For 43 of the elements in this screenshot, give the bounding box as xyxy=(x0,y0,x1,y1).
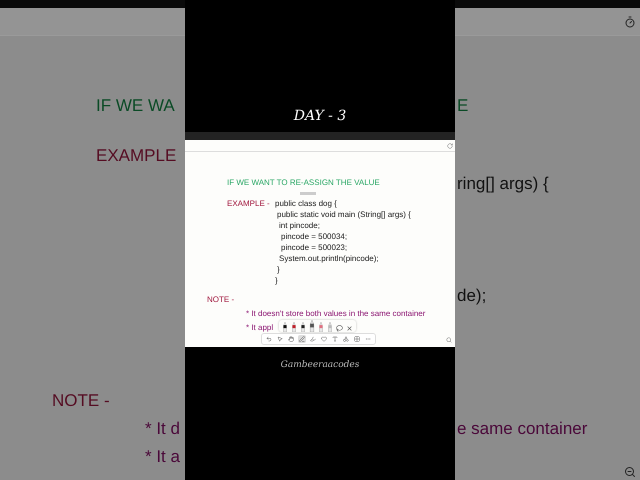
blurred-text: NOTE - xyxy=(52,390,110,412)
blurred-text: de); xyxy=(457,285,486,307)
zoom-out-icon[interactable] xyxy=(624,466,636,478)
code-line: int pincode; xyxy=(279,220,320,231)
pointer-icon[interactable] xyxy=(276,335,284,343)
blurred-text: * It d xyxy=(145,418,180,440)
search-icon[interactable] xyxy=(446,337,452,343)
refresh-icon[interactable] xyxy=(447,142,453,148)
channel-caption: Gambeeraacodes xyxy=(280,360,360,370)
drag-handle xyxy=(300,192,316,195)
blurred-text: IF WE WA xyxy=(96,95,175,117)
undo-icon[interactable] xyxy=(265,335,273,343)
code-line: } xyxy=(275,275,278,286)
note-label: NOTE - xyxy=(207,294,234,305)
blurred-text: * It a xyxy=(145,446,180,468)
code-line: public class dog { xyxy=(275,198,337,209)
hand-icon[interactable] xyxy=(287,335,295,343)
timer-icon[interactable] xyxy=(624,16,636,28)
code-line: pincode = 500034; xyxy=(281,231,348,242)
text-icon[interactable] xyxy=(331,335,339,343)
code-line: pincode = 500023; xyxy=(281,242,348,253)
blurred-text: E xyxy=(457,95,468,117)
note-bullet: * It doesn't store both values in the same container xyxy=(246,308,426,319)
code-line: } xyxy=(277,264,280,275)
pen-icon[interactable] xyxy=(300,322,306,332)
pen-icon[interactable] xyxy=(309,320,315,332)
board-heading: IF WE WANT TO RE-ASSIGN THE VALUE xyxy=(227,177,380,188)
code-line: public static void main (String[] args) { xyxy=(277,209,411,220)
blurred-text: EXAMPLE xyxy=(96,145,176,167)
heart-icon[interactable] xyxy=(320,335,328,343)
close-icon[interactable] xyxy=(346,325,353,332)
blurred-text: e same container xyxy=(457,418,588,440)
lasso-icon[interactable] xyxy=(336,325,343,332)
shapes-icon[interactable] xyxy=(342,335,350,343)
blurred-text: ring[] args) { xyxy=(457,173,549,195)
note-bullet: * It appl xyxy=(246,322,274,333)
grid-icon[interactable] xyxy=(353,335,361,343)
video-title: DAY - 3 xyxy=(294,108,346,126)
code-line: System.out.println(pincode); xyxy=(279,253,379,264)
pen-icon[interactable] xyxy=(298,335,306,343)
pen-icon[interactable] xyxy=(282,322,288,332)
highlighter-icon[interactable] xyxy=(309,335,317,343)
example-label: EXAMPLE - xyxy=(227,198,271,209)
